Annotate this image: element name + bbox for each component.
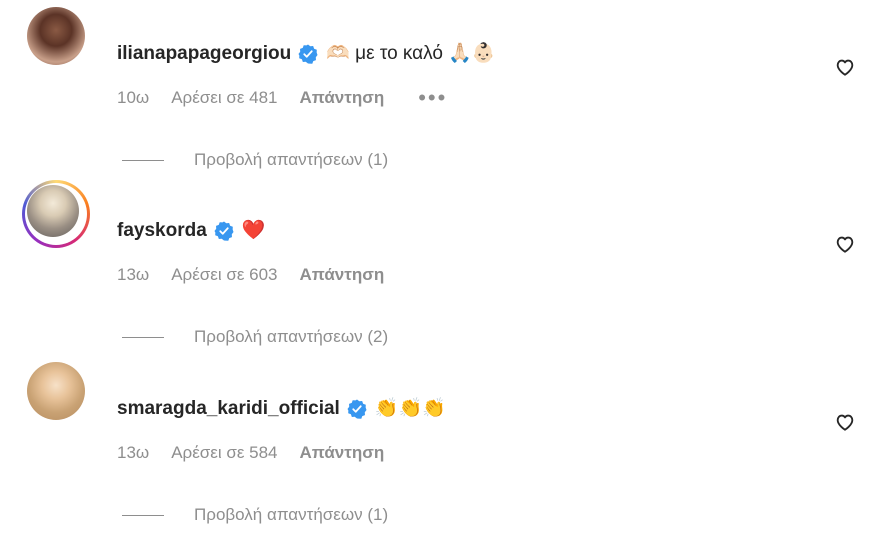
comment-text: ❤️ xyxy=(241,220,266,241)
avatar[interactable] xyxy=(27,7,85,65)
verified-badge-icon xyxy=(347,399,367,419)
view-replies-label: Προβολή απαντήσεων (1) xyxy=(194,505,389,524)
comment-meta: 13ω Αρέσει σε 584 Απάντηση xyxy=(117,443,406,463)
view-replies-button[interactable]: Προβολή απαντήσεων (1) xyxy=(122,150,388,170)
comment-text: 🫶🏻 με το καλό 🙏🏻👶🏻 xyxy=(326,43,496,64)
reply-button[interactable]: Απάντηση xyxy=(300,443,385,463)
comment-item: fayskorda ❤️ 13ω Αρέσει σε 603 Απάντηση … xyxy=(0,177,880,347)
avatar xyxy=(27,185,79,237)
comment-text: 👏👏👏 xyxy=(374,398,446,419)
view-replies-button[interactable]: Προβολή απαντήσεων (1) xyxy=(122,505,388,525)
verified-badge-icon xyxy=(298,44,318,64)
avatar-story-ring[interactable] xyxy=(22,180,90,248)
comment-time[interactable]: 10ω xyxy=(117,88,149,108)
divider xyxy=(122,159,164,161)
heart-outline-icon[interactable] xyxy=(834,411,856,433)
comment-item: ilianapapageorgiou 🫶🏻 με το καλό 🙏🏻👶🏻 10… xyxy=(0,0,880,170)
verified-badge-icon xyxy=(214,221,234,241)
reply-button[interactable]: Απάντηση xyxy=(300,265,385,285)
comment-meta: 13ω Αρέσει σε 603 Απάντηση xyxy=(117,265,406,285)
view-replies-button[interactable]: Προβολή απαντήσεων (2) xyxy=(122,327,388,347)
divider xyxy=(122,336,164,338)
reply-button[interactable]: Απάντηση xyxy=(300,88,385,108)
comment-header: ilianapapageorgiou 🫶🏻 με το καλό 🙏🏻👶🏻 xyxy=(117,42,496,66)
heart-outline-icon[interactable] xyxy=(834,56,856,78)
divider xyxy=(122,514,164,516)
comment-time[interactable]: 13ω xyxy=(117,443,149,463)
username-link[interactable]: smaragda_karidi_official xyxy=(117,397,340,421)
comment-header: fayskorda ❤️ xyxy=(117,219,265,243)
likes-count[interactable]: Αρέσει σε 584 xyxy=(171,443,277,463)
likes-count[interactable]: Αρέσει σε 481 xyxy=(171,88,277,108)
comment-header: smaragda_karidi_official 👏👏👏 xyxy=(117,397,446,421)
view-replies-label: Προβολή απαντήσεων (2) xyxy=(194,327,389,346)
likes-count[interactable]: Αρέσει σε 603 xyxy=(171,265,277,285)
username-link[interactable]: ilianapapageorgiou xyxy=(117,42,291,66)
heart-outline-icon[interactable] xyxy=(834,233,856,255)
comment-meta: 10ω Αρέσει σε 481 Απάντηση ••• xyxy=(117,87,469,109)
more-options-icon[interactable]: ••• xyxy=(418,87,447,109)
view-replies-label: Προβολή απαντήσεων (1) xyxy=(194,150,389,169)
comment-item: smaragda_karidi_official 👏👏👏 13ω Αρέσει … xyxy=(0,355,880,525)
username-link[interactable]: fayskorda xyxy=(117,219,207,243)
avatar[interactable] xyxy=(27,362,85,420)
comment-time[interactable]: 13ω xyxy=(117,265,149,285)
